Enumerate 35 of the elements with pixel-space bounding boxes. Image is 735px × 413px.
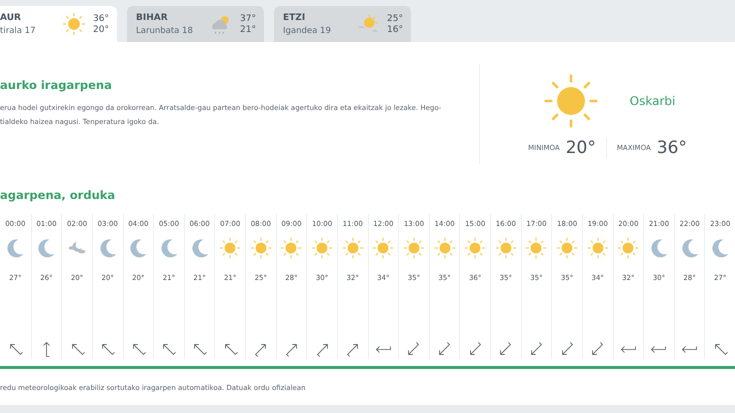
sun-icon	[371, 236, 396, 260]
sun-icon	[310, 236, 334, 260]
min-temp: 20°	[93, 24, 109, 34]
sun-icon	[340, 236, 365, 260]
sun-icon	[279, 236, 304, 260]
sun-icon	[524, 236, 548, 260]
day-name: AUR	[0, 12, 22, 22]
day-name: ETZI	[283, 12, 306, 22]
day-date: tirala 17	[0, 26, 36, 36]
sun-icon	[218, 236, 242, 260]
day-date: Igandea 19	[283, 26, 331, 36]
min-temp: 21°	[240, 24, 256, 34]
sun-icon	[248, 236, 273, 260]
max-temp: 36°	[93, 14, 109, 24]
max-temp: 37°	[240, 14, 256, 24]
sun-icon	[61, 11, 88, 37]
sun-icon	[586, 236, 610, 260]
day-tab[interactable]: BIHAR Larunbata 18 37° 21°	[127, 6, 264, 42]
max-temp: 36°	[656, 138, 687, 158]
sun-icon	[555, 236, 580, 260]
sun-icon	[616, 236, 640, 260]
forecast-title: aurko iragarpena	[0, 78, 113, 92]
sun-icon	[402, 236, 426, 260]
day-name: BIHAR	[136, 12, 169, 22]
sun-icon	[432, 236, 457, 260]
hourly-title: agarpena, orduka	[0, 188, 116, 202]
day-date: Larunbata 18	[136, 26, 193, 36]
day-tab[interactable]: AUR tirala 17 36° 20°	[0, 6, 117, 42]
min-temp: 20°	[566, 138, 596, 158]
day-tab[interactable]: ETZI Igandea 19 25° 16°	[274, 6, 411, 42]
condition-label: Oskarbi	[630, 94, 676, 108]
min-temp: 16°	[387, 24, 403, 34]
max-temp: 25°	[387, 14, 403, 24]
sun-icon	[463, 236, 488, 260]
sun-icon	[494, 236, 518, 260]
